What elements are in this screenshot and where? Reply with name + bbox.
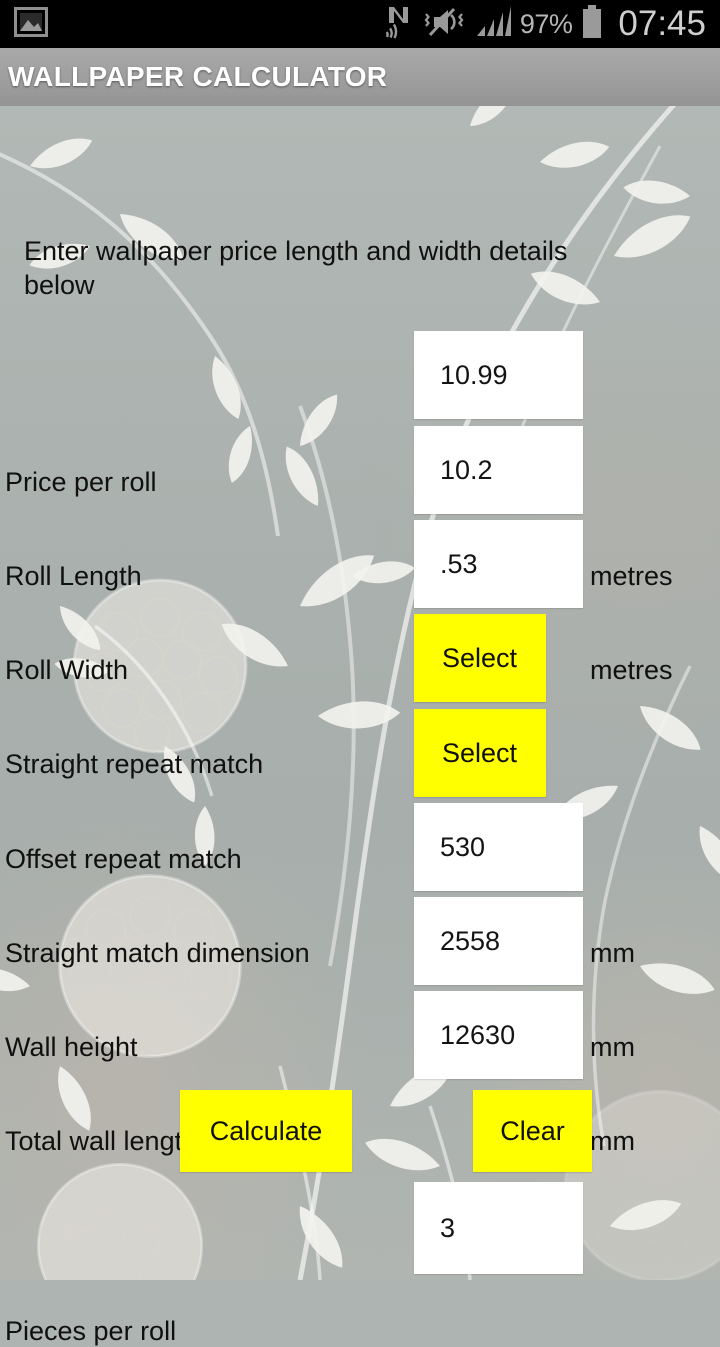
battery-icon [581, 4, 603, 44]
input-roll-width[interactable]: .53 [414, 520, 583, 608]
status-bar-right-icons: 97% 07:45 [383, 4, 706, 44]
label-price-per-roll: Price per roll [5, 467, 157, 497]
output-pieces-per-roll-value: 3 [440, 1212, 456, 1243]
select-button-offset-repeat-match-label: Select [442, 737, 518, 768]
label-straight-repeat-match: Straight repeat match [5, 749, 264, 779]
input-straight-match-dimension[interactable]: 530 [414, 803, 583, 891]
calculate-button-label: Calculate [209, 1115, 323, 1146]
label-total-wall-length: Total wall length [5, 1126, 198, 1156]
input-total-wall-length-value: 12630 [440, 1019, 516, 1050]
signal-bars-icon [475, 5, 511, 43]
select-button-straight-repeat-match[interactable]: Select [414, 614, 546, 702]
input-roll-length-value: 10.2 [440, 454, 493, 485]
status-bar: 97% 07:45 [0, 0, 720, 48]
unit-wall-height: mm [590, 1032, 635, 1062]
input-price-per-roll[interactable]: 10.99 [414, 331, 583, 419]
app-title-bar: WALLPAPER CALCULATOR [0, 48, 720, 106]
select-button-straight-repeat-match-label: Select [442, 642, 518, 673]
calculate-button[interactable]: Calculate [180, 1090, 352, 1172]
mute-vibrate-icon [422, 5, 466, 44]
label-roll-length: Roll Length [5, 561, 142, 591]
select-button-offset-repeat-match[interactable]: Select [414, 709, 546, 797]
label-straight-match-dimension: Straight match dimension [5, 938, 310, 968]
unit-straight-match-dimension: mm [590, 938, 635, 968]
output-pieces-per-roll[interactable]: 3 [414, 1182, 583, 1274]
input-wall-height-value: 2558 [440, 925, 501, 956]
intro-instruction-text: Enter wallpaper price length and width d… [24, 236, 568, 300]
clock-label: 07:45 [618, 4, 706, 43]
input-price-per-roll-value: 10.99 [440, 359, 508, 390]
nfc-icon [383, 5, 413, 44]
gallery-image-icon [14, 6, 48, 42]
unit-roll-width: metres [590, 655, 673, 685]
wallpaper-calculator-form: Enter wallpaper price length and width d… [0, 106, 720, 1346]
input-straight-match-dimension-value: 530 [440, 831, 486, 862]
label-offset-repeat-match: Offset repeat match [5, 844, 242, 874]
input-roll-width-value: .53 [440, 548, 478, 579]
label-wall-height: Wall height [5, 1032, 138, 1062]
status-bar-left-icons [14, 6, 48, 42]
clear-button-label: Clear [500, 1115, 565, 1146]
unit-roll-length: metres [590, 561, 673, 591]
unit-total-wall-length: mm [590, 1126, 635, 1156]
input-wall-height[interactable]: 2558 [414, 897, 583, 985]
battery-percentage-label: 97% [519, 8, 573, 39]
page-title: WALLPAPER CALCULATOR [8, 61, 388, 92]
input-total-wall-length[interactable]: 12630 [414, 991, 583, 1079]
label-roll-width: Roll Width [5, 655, 129, 685]
label-pieces-per-roll: Pieces per roll [5, 1316, 177, 1346]
clear-button[interactable]: Clear [473, 1090, 592, 1172]
input-roll-length[interactable]: 10.2 [414, 426, 583, 514]
